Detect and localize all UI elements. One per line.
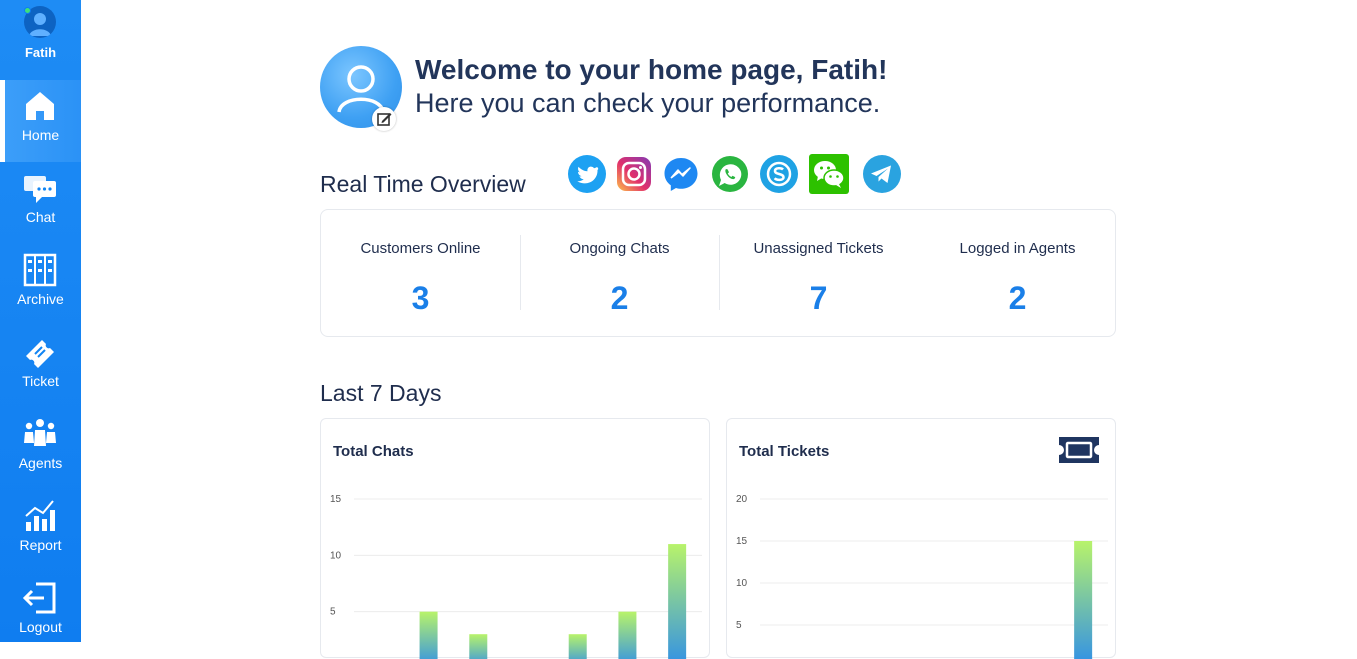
chart-bar[interactable]: [419, 611, 438, 659]
sidebar-item-label: Chat: [25, 209, 56, 225]
sidebar-item-label: Home: [21, 127, 60, 143]
chart-bar[interactable]: [618, 611, 637, 659]
home-icon: [22, 88, 58, 124]
sidebar: Fatih Home Chat Archive Ticket Agents Re…: [0, 0, 81, 642]
sidebar-item-label: Ticket: [22, 373, 59, 389]
whatsapp-icon[interactable]: [710, 154, 750, 194]
y-tick-label: 5: [736, 620, 742, 631]
sidebar-item-ticket[interactable]: Ticket: [0, 326, 81, 408]
chart-bar[interactable]: [568, 634, 587, 659]
stat-unassigned-tickets[interactable]: Unassigned Tickets 7: [719, 210, 918, 338]
stat-customers-online[interactable]: Customers Online 3: [321, 210, 520, 338]
sidebar-item-label: Archive: [17, 291, 64, 307]
stat-label: Unassigned Tickets: [753, 240, 884, 257]
user-name: Fatih: [24, 45, 57, 60]
sidebar-item-agents[interactable]: Agents: [0, 408, 81, 490]
sidebar-item-label: Logout: [19, 619, 62, 635]
y-tick-label: 20: [736, 494, 748, 505]
sidebar-item-chat[interactable]: Chat: [0, 162, 81, 244]
telegram-icon[interactable]: [862, 154, 902, 194]
stat-ongoing-chats[interactable]: Ongoing Chats 2: [520, 210, 719, 338]
total-chats-card: Total Chats 5 10 15: [320, 418, 710, 659]
stat-value: 3: [411, 280, 430, 316]
y-tick-label: 10: [330, 550, 342, 561]
chart-bar[interactable]: [1074, 541, 1093, 659]
messenger-icon[interactable]: [661, 154, 701, 194]
chart-bar[interactable]: [469, 634, 488, 659]
last-7-days-title: Last 7 Days: [320, 380, 442, 406]
report-icon: [22, 498, 58, 534]
chat-icon: [22, 170, 58, 206]
online-status-dot: [24, 7, 31, 14]
logout-icon: [22, 580, 58, 616]
user-profile[interactable]: Fatih: [0, 0, 81, 70]
stat-label: Logged in Agents: [959, 240, 1076, 257]
sidebar-item-home[interactable]: Home: [0, 80, 81, 162]
stat-label: Ongoing Chats: [569, 240, 670, 257]
y-tick-label: 5: [330, 607, 336, 618]
agents-icon: [22, 416, 58, 452]
edit-avatar-button[interactable]: [372, 107, 396, 131]
instagram-icon[interactable]: [614, 154, 654, 194]
welcome-subtitle: Here you can check your performance.: [415, 88, 881, 118]
total-tickets-chart: 5 10 15 20: [736, 494, 1108, 659]
stat-value: 7: [809, 280, 828, 316]
y-tick-label: 10: [736, 578, 748, 589]
wechat-icon[interactable]: [809, 154, 849, 194]
y-tick-label: 15: [736, 536, 748, 547]
twitter-icon[interactable]: [567, 154, 607, 194]
welcome-heading: Welcome to your home page, Fatih!: [415, 54, 888, 85]
overview-title: Real Time Overview: [320, 171, 526, 197]
y-tick-label: 15: [330, 494, 342, 505]
sidebar-item-label: Agents: [18, 455, 63, 471]
stat-logged-in-agents[interactable]: Logged in Agents 2: [918, 210, 1117, 338]
overview-card: Customers Online 3 Ongoing Chats 2 Unass…: [320, 209, 1116, 337]
sidebar-item-label: Report: [19, 537, 62, 553]
stat-value: 2: [1008, 280, 1027, 316]
total-tickets-card: Total Tickets 5 10 15 20: [726, 418, 1116, 659]
sidebar-item-report[interactable]: Report: [0, 490, 81, 572]
archive-icon: [22, 252, 58, 288]
sidebar-item-archive[interactable]: Archive: [0, 244, 81, 326]
skype-icon[interactable]: [759, 154, 799, 194]
ticket-icon: [22, 334, 58, 370]
edit-icon: [372, 113, 396, 135]
stat-label: Customers Online: [360, 240, 481, 257]
total-chats-chart: 5 10 15: [330, 494, 702, 659]
stat-value: 2: [610, 280, 629, 316]
